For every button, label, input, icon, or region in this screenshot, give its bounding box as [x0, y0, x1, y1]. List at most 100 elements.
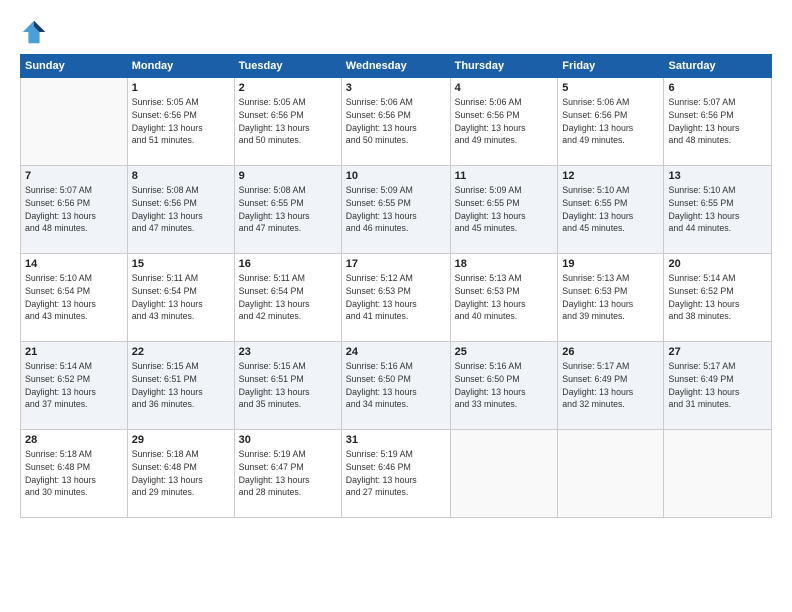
- day-info: Sunrise: 5:11 AMSunset: 6:54 PMDaylight:…: [132, 272, 230, 323]
- calendar-cell: 20 Sunrise: 5:14 AMSunset: 6:52 PMDayligh…: [664, 254, 772, 342]
- calendar-cell: 8 Sunrise: 5:08 AMSunset: 6:56 PMDaylight…: [127, 166, 234, 254]
- day-info: Sunrise: 5:06 AMSunset: 6:56 PMDaylight:…: [455, 96, 554, 147]
- calendar-cell: [558, 430, 664, 518]
- logo-icon: [20, 18, 48, 46]
- calendar-cell: 7 Sunrise: 5:07 AMSunset: 6:56 PMDaylight…: [21, 166, 128, 254]
- day-number: 20: [668, 258, 767, 270]
- calendar-cell: 31 Sunrise: 5:19 AMSunset: 6:46 PMDayligh…: [341, 430, 450, 518]
- calendar-cell: 4 Sunrise: 5:06 AMSunset: 6:56 PMDaylight…: [450, 78, 558, 166]
- week-row-4: 21Sunrise: 5:14 AMSunset: 6:52 PMDayligh…: [21, 342, 772, 430]
- day-info: Sunrise: 5:08 AMSunset: 6:55 PMDaylight:…: [239, 184, 337, 235]
- day-number: 8: [132, 170, 230, 182]
- day-info: Sunrise: 5:14 AMSunset: 6:52 PMDaylight:…: [668, 272, 767, 323]
- day-info: Sunrise: 5:10 AMSunset: 6:55 PMDaylight:…: [562, 184, 659, 235]
- day-number: 2: [239, 82, 337, 94]
- calendar-cell: [664, 430, 772, 518]
- day-number: 13: [668, 170, 767, 182]
- day-info: Sunrise: 5:13 AMSunset: 6:53 PMDaylight:…: [562, 272, 659, 323]
- calendar-cell: 15 Sunrise: 5:11 AMSunset: 6:54 PMDayligh…: [127, 254, 234, 342]
- day-number: 23: [239, 346, 337, 358]
- day-number: 16: [239, 258, 337, 270]
- calendar-cell: 16 Sunrise: 5:11 AMSunset: 6:54 PMDayligh…: [234, 254, 341, 342]
- calendar-cell: 10Sunrise: 5:09 AMSunset: 6:55 PMDayligh…: [341, 166, 450, 254]
- calendar-cell: 27 Sunrise: 5:17 AMSunset: 6:49 PMDayligh…: [664, 342, 772, 430]
- day-number: 3: [346, 82, 446, 94]
- day-info: Sunrise: 5:10 AMSunset: 6:54 PMDaylight:…: [25, 272, 123, 323]
- calendar-cell: 28 Sunrise: 5:18 AMSunset: 6:48 PMDayligh…: [21, 430, 128, 518]
- day-number: 6: [668, 82, 767, 94]
- day-number: 28: [25, 434, 123, 446]
- day-info: Sunrise: 5:12 AMSunset: 6:53 PMDaylight:…: [346, 272, 446, 323]
- day-number: 15: [132, 258, 230, 270]
- calendar-cell: 26Sunrise: 5:17 AMSunset: 6:49 PMDayligh…: [558, 342, 664, 430]
- calendar-cell: 25Sunrise: 5:16 AMSunset: 6:50 PMDayligh…: [450, 342, 558, 430]
- day-info: Sunrise: 5:06 AMSunset: 6:56 PMDaylight:…: [346, 96, 446, 147]
- day-info: Sunrise: 5:17 AMSunset: 6:49 PMDaylight:…: [668, 360, 767, 411]
- weekday-sunday: Sunday: [21, 55, 128, 78]
- day-info: Sunrise: 5:10 AMSunset: 6:55 PMDaylight:…: [668, 184, 767, 235]
- day-info: Sunrise: 5:16 AMSunset: 6:50 PMDaylight:…: [346, 360, 446, 411]
- day-number: 29: [132, 434, 230, 446]
- day-number: 7: [25, 170, 123, 182]
- calendar-cell: 9 Sunrise: 5:08 AMSunset: 6:55 PMDaylight…: [234, 166, 341, 254]
- calendar-cell: 30Sunrise: 5:19 AMSunset: 6:47 PMDayligh…: [234, 430, 341, 518]
- day-info: Sunrise: 5:17 AMSunset: 6:49 PMDaylight:…: [562, 360, 659, 411]
- week-row-5: 28 Sunrise: 5:18 AMSunset: 6:48 PMDayligh…: [21, 430, 772, 518]
- day-info: Sunrise: 5:09 AMSunset: 6:55 PMDaylight:…: [346, 184, 446, 235]
- day-number: 19: [562, 258, 659, 270]
- day-info: Sunrise: 5:08 AMSunset: 6:56 PMDaylight:…: [132, 184, 230, 235]
- day-info: Sunrise: 5:05 AMSunset: 6:56 PMDaylight:…: [239, 96, 337, 147]
- day-info: Sunrise: 5:19 AMSunset: 6:46 PMDaylight:…: [346, 448, 446, 499]
- calendar-cell: 14 Sunrise: 5:10 AMSunset: 6:54 PMDayligh…: [21, 254, 128, 342]
- calendar-cell: 1 Sunrise: 5:05 AMSunset: 6:56 PMDaylight…: [127, 78, 234, 166]
- day-number: 31: [346, 434, 446, 446]
- calendar-cell: 17Sunrise: 5:12 AMSunset: 6:53 PMDayligh…: [341, 254, 450, 342]
- calendar-cell: 5Sunrise: 5:06 AMSunset: 6:56 PMDaylight…: [558, 78, 664, 166]
- calendar-cell: 21Sunrise: 5:14 AMSunset: 6:52 PMDayligh…: [21, 342, 128, 430]
- day-info: Sunrise: 5:05 AMSunset: 6:56 PMDaylight:…: [132, 96, 230, 147]
- day-info: Sunrise: 5:18 AMSunset: 6:48 PMDaylight:…: [132, 448, 230, 499]
- calendar-cell: 13 Sunrise: 5:10 AMSunset: 6:55 PMDayligh…: [664, 166, 772, 254]
- weekday-header-row: SundayMondayTuesdayWednesdayThursdayFrid…: [21, 55, 772, 78]
- day-number: 4: [455, 82, 554, 94]
- day-number: 14: [25, 258, 123, 270]
- day-number: 30: [239, 434, 337, 446]
- day-number: 24: [346, 346, 446, 358]
- day-info: Sunrise: 5:07 AMSunset: 6:56 PMDaylight:…: [25, 184, 123, 235]
- calendar-cell: 2 Sunrise: 5:05 AMSunset: 6:56 PMDaylight…: [234, 78, 341, 166]
- day-number: 11: [455, 170, 554, 182]
- day-info: Sunrise: 5:07 AMSunset: 6:56 PMDaylight:…: [668, 96, 767, 147]
- page: SundayMondayTuesdayWednesdayThursdayFrid…: [0, 0, 792, 612]
- calendar-cell: [21, 78, 128, 166]
- day-info: Sunrise: 5:15 AMSunset: 6:51 PMDaylight:…: [132, 360, 230, 411]
- day-number: 18: [455, 258, 554, 270]
- header: [20, 18, 772, 46]
- day-number: 21: [25, 346, 123, 358]
- weekday-saturday: Saturday: [664, 55, 772, 78]
- week-row-3: 14 Sunrise: 5:10 AMSunset: 6:54 PMDayligh…: [21, 254, 772, 342]
- logo: [20, 18, 52, 46]
- calendar-cell: 12Sunrise: 5:10 AMSunset: 6:55 PMDayligh…: [558, 166, 664, 254]
- calendar-cell: 23 Sunrise: 5:15 AMSunset: 6:51 PMDayligh…: [234, 342, 341, 430]
- day-number: 1: [132, 82, 230, 94]
- week-row-1: 1 Sunrise: 5:05 AMSunset: 6:56 PMDaylight…: [21, 78, 772, 166]
- day-info: Sunrise: 5:18 AMSunset: 6:48 PMDaylight:…: [25, 448, 123, 499]
- day-info: Sunrise: 5:11 AMSunset: 6:54 PMDaylight:…: [239, 272, 337, 323]
- day-info: Sunrise: 5:15 AMSunset: 6:51 PMDaylight:…: [239, 360, 337, 411]
- weekday-tuesday: Tuesday: [234, 55, 341, 78]
- weekday-friday: Friday: [558, 55, 664, 78]
- calendar-cell: 3 Sunrise: 5:06 AMSunset: 6:56 PMDaylight…: [341, 78, 450, 166]
- day-info: Sunrise: 5:13 AMSunset: 6:53 PMDaylight:…: [455, 272, 554, 323]
- day-number: 9: [239, 170, 337, 182]
- day-number: 27: [668, 346, 767, 358]
- weekday-wednesday: Wednesday: [341, 55, 450, 78]
- calendar-cell: 18 Sunrise: 5:13 AMSunset: 6:53 PMDayligh…: [450, 254, 558, 342]
- calendar-cell: [450, 430, 558, 518]
- weekday-thursday: Thursday: [450, 55, 558, 78]
- week-row-2: 7 Sunrise: 5:07 AMSunset: 6:56 PMDaylight…: [21, 166, 772, 254]
- weekday-monday: Monday: [127, 55, 234, 78]
- day-number: 22: [132, 346, 230, 358]
- calendar-cell: 29 Sunrise: 5:18 AMSunset: 6:48 PMDayligh…: [127, 430, 234, 518]
- calendar-cell: 24 Sunrise: 5:16 AMSunset: 6:50 PMDayligh…: [341, 342, 450, 430]
- calendar-cell: 6 Sunrise: 5:07 AMSunset: 6:56 PMDaylight…: [664, 78, 772, 166]
